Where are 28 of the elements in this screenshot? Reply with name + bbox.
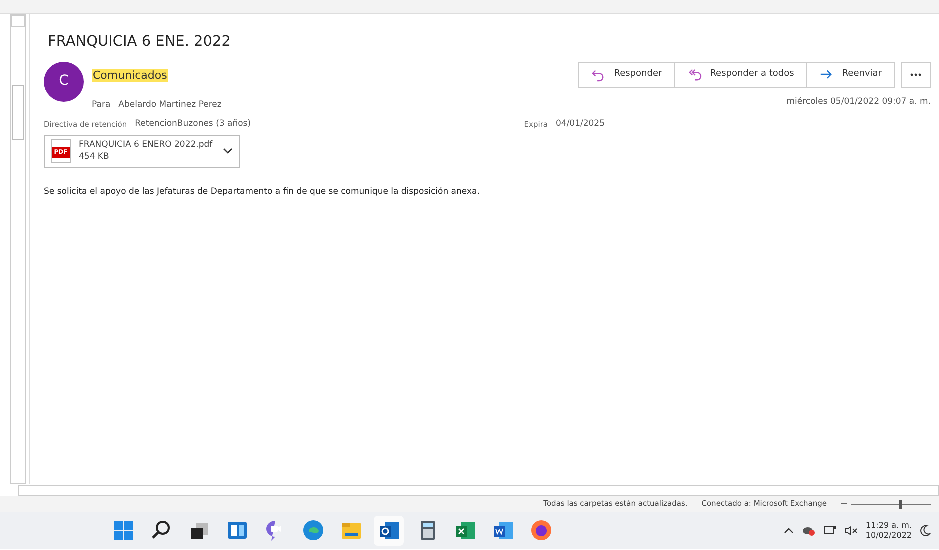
monitor-icon[interactable] xyxy=(824,524,837,536)
slider-thumb[interactable] xyxy=(899,500,902,508)
attachment-size: 454 KB xyxy=(79,151,110,164)
recipient-name: Abelardo Martinez Perez xyxy=(118,100,222,110)
avatar: C xyxy=(44,62,84,102)
reply-all-icon xyxy=(687,68,702,82)
more-icon xyxy=(910,72,922,77)
cloud-icon[interactable] xyxy=(802,524,816,536)
chevron-up-icon[interactable] xyxy=(784,528,794,534)
reply-icon xyxy=(591,68,606,82)
chevron-down-icon[interactable] xyxy=(223,148,233,154)
expiry-date: 04/01/2025 xyxy=(556,118,605,130)
to-label: Para xyxy=(92,100,111,110)
clock-time: 11:29 a. m. xyxy=(866,520,912,530)
edge-browser-icon xyxy=(300,518,326,543)
clock-date: 10/02/2022 xyxy=(866,530,912,540)
email-subject: FRANQUICIA 6 ENE. 2022 xyxy=(48,33,232,52)
retention-policy: RetencionBuzones (3 años) xyxy=(135,118,252,130)
message-body: Se solicita el apoyo de las Jefaturas de Departamento a fin de que se comunique la disposición anexa. xyxy=(44,186,481,199)
sender-name: Comunicados xyxy=(92,68,168,82)
speaker-muted-icon[interactable] xyxy=(844,526,858,536)
moon-icon[interactable] xyxy=(920,524,931,536)
received-date: miércoles 05/01/2022 09:07 a. m. xyxy=(786,96,931,108)
vertical-scrollbar[interactable] xyxy=(10,14,26,484)
clock[interactable]: 11:29 a. m. 10/02/2022 xyxy=(866,520,912,540)
attachment-name: FRANQUICIA 6 ENERO 2022.pdf xyxy=(79,138,214,152)
taskbar-app-button[interactable] xyxy=(374,516,404,546)
browser-icon xyxy=(528,518,554,543)
